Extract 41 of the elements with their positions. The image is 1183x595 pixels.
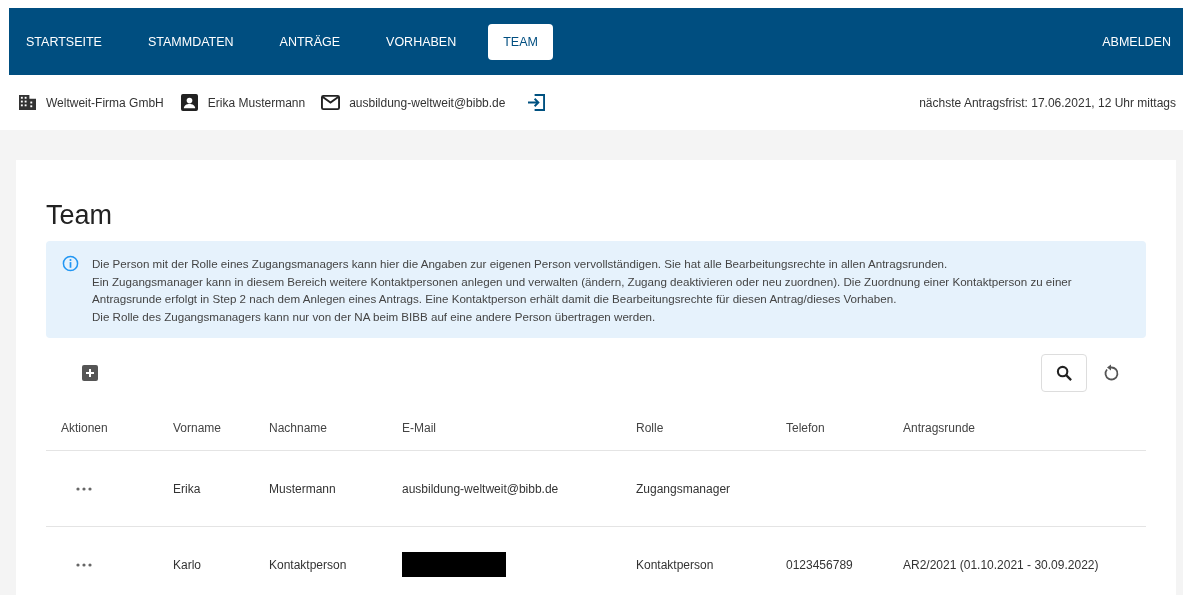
notice-text: Ein Zugangsmanager kann in diesem Bereich weitere Kontaktpersonen anlegen und verwalten (ändern, Zugang deaktivieren oder neu zuordnen). Die Zuordnung einer Kontaktperson zu einer Antragsrunde erfolgt in Step 2 nach dem Anlegen eines Antrags. Eine Kontaktperson erhält damit die Bearbeitungsrechte für diesen Antrag/dieses Vorhaben. [92,273,1073,307]
table-cell: Zugangsmanager [636,481,731,496]
table-cell: ausbildung-weltweit@bibb.de [402,481,559,496]
table-cell: Karlo [173,557,201,572]
building-icon [18,94,37,111]
table-cell: Erika [173,481,201,496]
table-cell: Mustermann [269,481,336,496]
info-text: Erika Mustermann [207,95,306,110]
login-icon[interactable] [527,94,547,111]
reset-icon[interactable] [1102,364,1120,382]
nav-tab[interactable]: ANTRÄGE [265,23,355,60]
search-button[interactable] [1041,354,1087,392]
info-text: ausbildung-weltweit@bibb.de [349,95,506,110]
column-header: Antragsrunde [903,421,977,435]
table-cell: AR2/2021 (01.10.2021 - 30.09.2022) [903,557,1099,572]
info-icon [62,255,79,272]
notice-text: Die Person mit der Rolle eines Zugangsmanagers kann hier die Angaben zur eigenen Person vervollständigen. Sie hat alle Bearbeitungsrechte in allen Antragsrunden. [92,256,949,272]
notice-text: Die Rolle des Zugangsmanagers kann nur von der NA beim BIBB auf eine andere Person übertragen werden. [92,308,657,325]
more-icon[interactable] [76,562,92,567]
more-icon[interactable] [76,486,92,491]
mail-icon [321,94,341,111]
nav-tab[interactable]: STARTSEITE [26,23,116,60]
nav-tab[interactable]: TEAM [488,23,553,60]
table-cell: 0123456789 [786,557,853,572]
nav-tab[interactable]: STAMMDATEN [133,23,248,60]
page-title: Team [46,200,114,231]
contact-card-icon [179,94,199,111]
column-header: Vorname [173,421,223,435]
table-cell: Kontaktperson [636,557,714,572]
add-icon[interactable] [82,365,98,381]
column-header: Telefon [786,421,826,435]
logout-link[interactable]: ABMELDEN [1088,23,1171,60]
nav-tab[interactable]: VORHABEN [372,23,471,60]
column-header: Rolle [636,421,665,435]
table-cell: Kontaktperson [269,557,347,572]
search-icon [1055,364,1073,382]
column-header: E-Mail [402,421,437,435]
column-header: Aktionen [61,421,109,435]
column-header: Nachname [269,421,329,435]
info-text: Weltweit-Firma GmbH [46,95,164,110]
deadline-text: nächste Antragsfrist: 17.06.2021, 12 Uhr mittags [919,95,1176,110]
